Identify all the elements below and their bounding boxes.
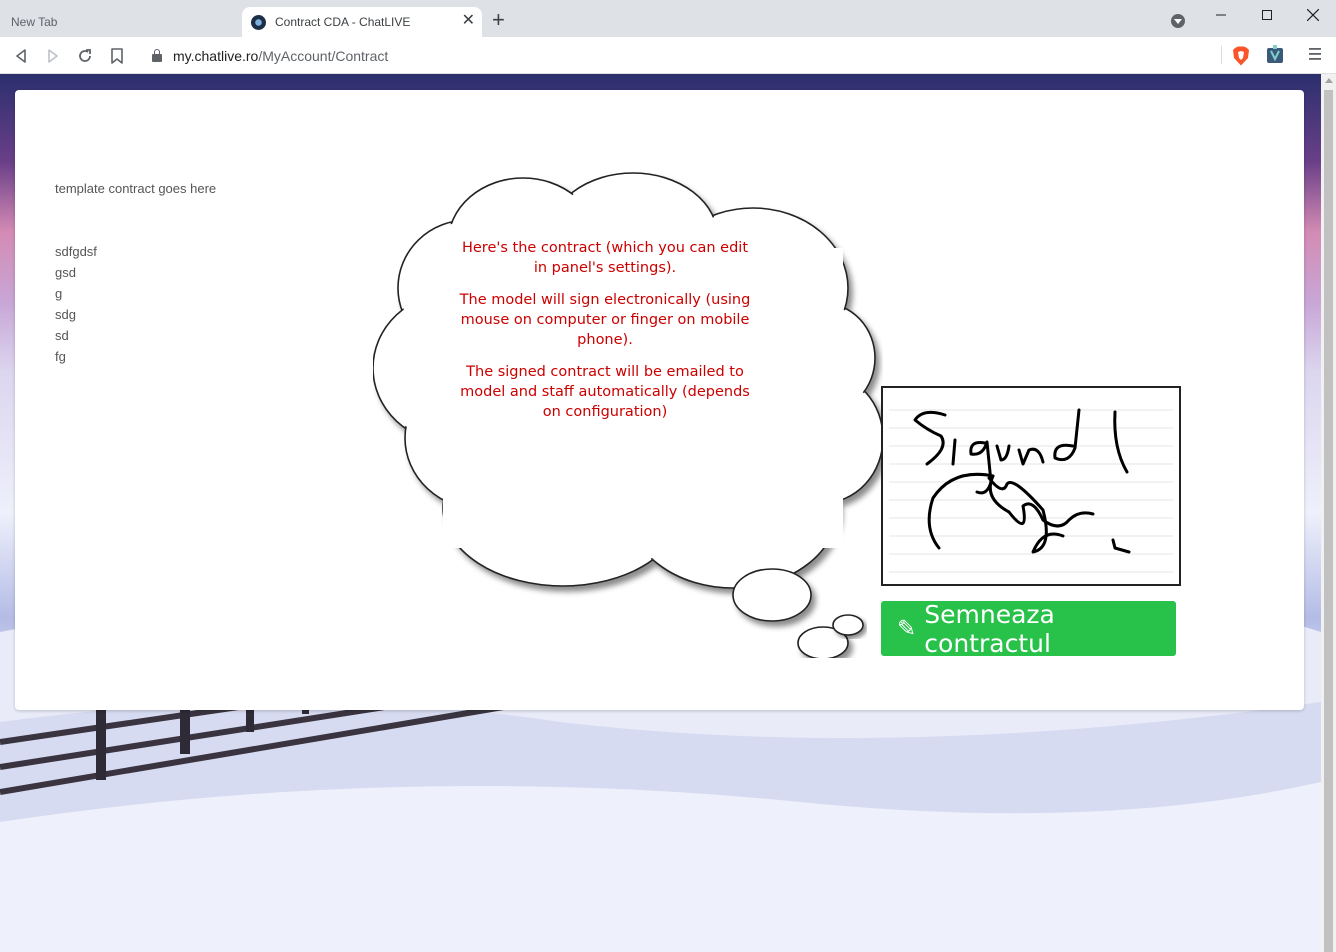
bookmark-icon (111, 48, 123, 64)
browser-toolbar: my.chatlive.ro/MyAccount/Contract (0, 37, 1336, 74)
signature-pad[interactable] (881, 386, 1181, 586)
address-bar[interactable]: my.chatlive.ro/MyAccount/Contract (140, 41, 1220, 70)
tab-title: Contract CDA - ChatLIVE (275, 15, 411, 29)
scrollbar-thumb[interactable] (1324, 90, 1333, 952)
maximize-icon (1262, 10, 1272, 20)
close-icon (1307, 9, 1319, 21)
contract-line: fg (55, 349, 66, 364)
minimize-button[interactable] (1198, 0, 1244, 30)
scroll-up-arrow-icon[interactable] (1325, 78, 1333, 83)
back-icon (16, 49, 26, 63)
tooltip-paragraph: The model will sign electronically (usin… (459, 292, 751, 348)
toolbar-divider (1221, 46, 1222, 64)
tab-title: New Tab (11, 15, 58, 29)
sign-contract-label: Semneaza contractul (924, 599, 1055, 658)
sign-contract-button[interactable]: ✎ Semneaza contractul (881, 599, 1176, 658)
tooltip-paragraph: The signed contract will be emailed to m… (460, 364, 750, 420)
contract-line: sdg (55, 307, 76, 322)
tab-contract[interactable]: Contract CDA - ChatLIVE ✕ (242, 7, 482, 37)
page-viewport: template contract goes here sdfgdsf gsd … (0, 74, 1321, 952)
contract-lead-text: template contract goes here (55, 181, 217, 196)
lock-icon (152, 48, 162, 62)
extension-icon[interactable] (1265, 45, 1285, 65)
tooltip-paragraph: Here's the contract (which you can edit … (461, 240, 749, 276)
thought-bubble-dot (832, 614, 864, 636)
vertical-scrollbar[interactable] (1321, 74, 1336, 952)
reload-icon (79, 49, 91, 62)
thought-bubble-text: Here's the contract (which you can edit … (455, 238, 755, 434)
forward-icon (48, 49, 58, 63)
tab-strip: New Tab Contract CDA - ChatLIVE ✕ + (0, 0, 1336, 37)
tab-search-icon[interactable] (1171, 14, 1185, 28)
bookmark-button[interactable] (107, 46, 127, 66)
new-tab-button[interactable]: + (492, 9, 505, 31)
forward-button[interactable] (43, 46, 63, 66)
url-text: my.chatlive.ro/MyAccount/Contract (173, 47, 389, 64)
contract-line: sdfgdsf (55, 244, 97, 259)
brave-shields-icon[interactable] (1232, 46, 1250, 66)
tab-new-tab[interactable]: New Tab (0, 7, 240, 37)
contract-body: template contract goes here sdfgdsf gsd … (55, 178, 216, 367)
browser-menu-icon[interactable] (1308, 46, 1322, 62)
contract-line: gsd (55, 265, 76, 280)
back-button[interactable] (11, 46, 31, 66)
close-window-button[interactable] (1290, 0, 1336, 30)
signature-drawing (889, 408, 1173, 573)
chatlive-favicon-icon (251, 14, 266, 30)
contract-card: template contract goes here sdfgdsf gsd … (15, 90, 1304, 710)
contract-line: sd (55, 328, 69, 343)
close-tab-icon[interactable]: ✕ (462, 13, 475, 29)
reload-button[interactable] (75, 46, 95, 66)
maximize-button[interactable] (1244, 0, 1290, 30)
pencil-icon: ✎ (897, 615, 917, 642)
minimize-icon (1216, 14, 1226, 16)
contract-line: g (55, 286, 63, 301)
